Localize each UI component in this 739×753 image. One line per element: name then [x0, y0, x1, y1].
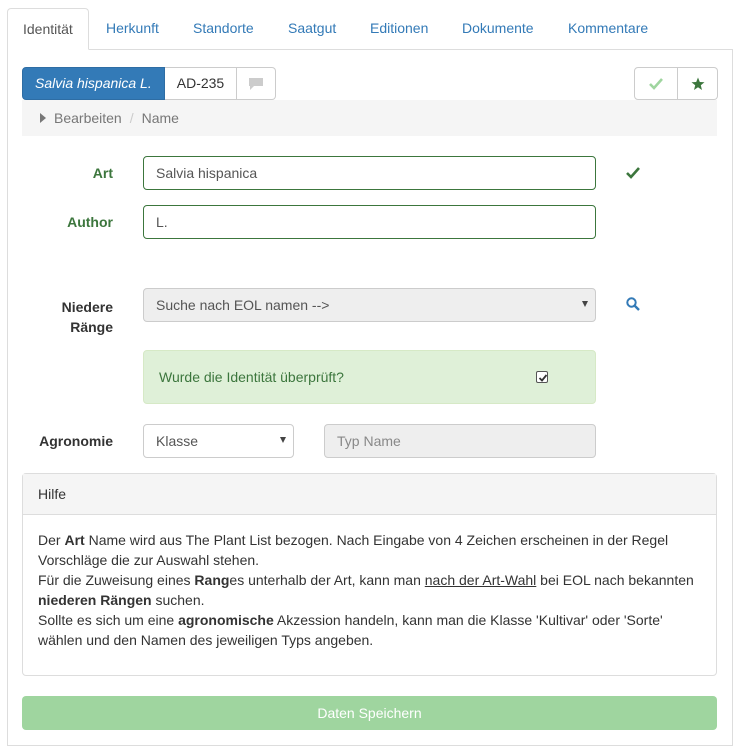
help-title: Hilfe [23, 474, 716, 515]
author-label: Author [67, 214, 113, 230]
breadcrumb-current: Name [141, 110, 179, 126]
verify-button[interactable] [634, 67, 678, 100]
header-button-group: Salvia hispanica L. AD-235 [22, 67, 277, 100]
tab-identitaet[interactable]: Identität [7, 8, 89, 50]
tab-dokumente[interactable]: Dokumente [447, 8, 549, 50]
check-icon [649, 78, 663, 90]
save-button[interactable]: Daten Speichern [22, 696, 717, 730]
comment-icon [249, 78, 264, 90]
author-input[interactable]: L. [143, 205, 596, 239]
verified-checkbox[interactable] [536, 371, 548, 383]
checkmark-icon [538, 374, 548, 382]
favorite-button[interactable] [678, 67, 718, 100]
niedere-label-line2: Ränge [70, 319, 113, 335]
breadcrumb-separator: / [129, 110, 134, 126]
help-paragraph-3: Sollte es sich um eine agronomische Akze… [38, 612, 663, 648]
comment-button[interactable] [237, 67, 277, 100]
help-paragraph-1: Der Art Name wird aus The Plant List bez… [38, 532, 669, 568]
species-button[interactable]: Salvia hispanica L. [22, 67, 165, 100]
niedere-select-value: Suche nach EOL namen --> [156, 297, 330, 313]
breadcrumb: Bearbeiten / Name [22, 100, 717, 136]
verified-alert: Wurde die Identität überprüft? [143, 350, 596, 404]
tab-herkunft[interactable]: Herkunft [91, 8, 174, 50]
tab-saatgut[interactable]: Saatgut [273, 8, 351, 50]
help-panel: Hilfe Der Art Name wird aus The Plant Li… [22, 473, 717, 676]
niedere-raenge-label: Niedere Ränge [0, 297, 113, 337]
tab-editionen[interactable]: Editionen [355, 8, 443, 50]
typ-name-input[interactable]: Typ Name [324, 424, 596, 458]
accession-id-button[interactable]: AD-235 [164, 67, 238, 100]
breadcrumb-edit[interactable]: Bearbeiten [54, 110, 122, 126]
art-input[interactable]: Salvia hispanica [143, 156, 596, 190]
agronomie-select[interactable]: Klasse [143, 424, 294, 458]
check-icon [626, 167, 640, 179]
niedere-label-line1: Niedere [61, 299, 113, 315]
chevron-down-icon [582, 301, 588, 307]
help-paragraph-2: Für die Zuweisung eines Ranges unterhalb… [38, 572, 694, 608]
star-icon [691, 77, 704, 90]
niedere-raenge-select[interactable]: Suche nach EOL namen --> [143, 288, 596, 322]
caret-right-icon [40, 113, 46, 124]
status-button-group [634, 67, 718, 100]
art-label: Art [92, 165, 113, 181]
search-icon[interactable] [626, 297, 640, 311]
agronomie-label: Agronomie [39, 433, 113, 449]
verified-label: Wurde die Identität überprüft? [159, 369, 344, 385]
help-body: Der Art Name wird aus The Plant List bez… [23, 515, 716, 665]
chevron-down-icon [280, 437, 286, 443]
agronomie-select-value: Klasse [156, 433, 199, 449]
tab-bar: Identität Herkunft Standorte Saatgut Edi… [7, 8, 733, 50]
tab-kommentare[interactable]: Kommentare [553, 8, 663, 50]
tab-standorte[interactable]: Standorte [178, 8, 269, 50]
